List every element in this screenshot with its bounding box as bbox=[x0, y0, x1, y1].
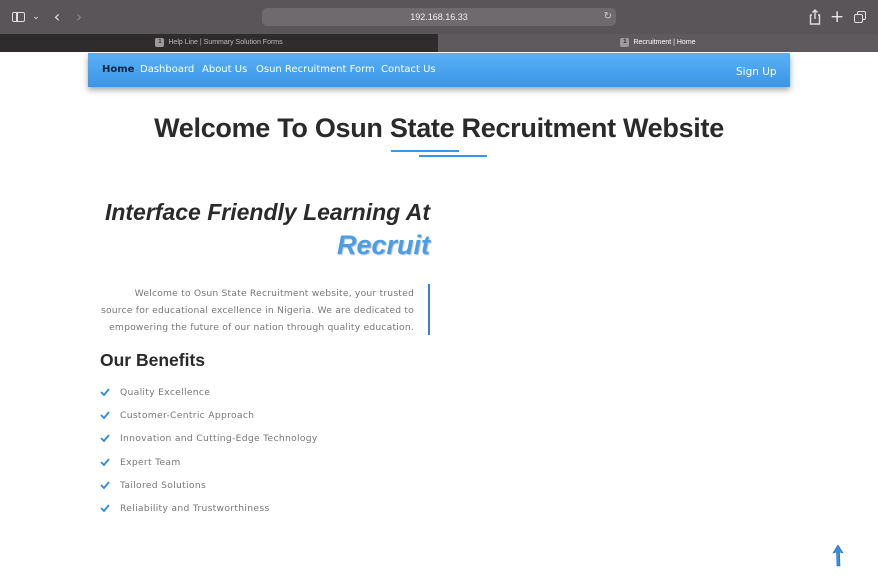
browser-chrome: ⌄ ‹ › 192.168.16.33 ↻ + 1 Help Line | Sum… bbox=[0, 0, 878, 52]
tab-recruitment-home[interactable]: 1 Recruitment | Home bbox=[438, 34, 878, 52]
chevron-down-icon[interactable]: ⌄ bbox=[31, 8, 41, 26]
intro-subheading: Interface Friendly Learning At bbox=[104, 199, 430, 225]
check-icon bbox=[100, 458, 110, 467]
nav-recruitment-form-link[interactable]: Osun Recruitment Form bbox=[256, 64, 375, 75]
arrow-up-icon[interactable] bbox=[830, 544, 846, 568]
intro-paragraph: Welcome to Osun State Recruitment websit… bbox=[100, 288, 414, 333]
share-icon[interactable] bbox=[808, 8, 822, 26]
address-bar[interactable]: 192.168.16.33 ↻ bbox=[262, 8, 616, 26]
nav-dashboard-link[interactable]: Dashboard bbox=[140, 64, 194, 75]
tabs-icon[interactable] bbox=[853, 8, 867, 26]
benefit-label: Tailored Solutions bbox=[120, 480, 207, 491]
nav-about-link[interactable]: About Us bbox=[202, 64, 247, 75]
check-icon bbox=[100, 434, 110, 443]
intro-accent-bar bbox=[428, 284, 430, 335]
title-underline bbox=[419, 155, 487, 157]
sidebar-icon[interactable] bbox=[10, 8, 28, 26]
page-title-strong: Osun State Recruitment Website bbox=[314, 113, 724, 143]
chevron-right-icon[interactable]: › bbox=[72, 8, 86, 26]
browser-toolbar: ⌄ ‹ › 192.168.16.33 ↻ + bbox=[0, 0, 878, 34]
brand-word: Recruit bbox=[336, 230, 430, 260]
tab-bar: 1 Help Line | Summary Solution Forms 1 Rec… bbox=[0, 34, 878, 52]
tab-help-line[interactable]: 1 Help Line | Summary Solution Forms bbox=[0, 34, 438, 52]
chevron-left-icon[interactable]: ‹ bbox=[50, 8, 64, 26]
tab-title: Recruitment | Home bbox=[633, 39, 696, 46]
tab-badge: 1 bbox=[155, 38, 165, 47]
check-icon bbox=[100, 411, 110, 420]
benefit-label: Customer-Centric Approach bbox=[120, 410, 255, 421]
page-title: Welcome To Osun State Recruitment Websit… bbox=[0, 113, 878, 144]
title-underline bbox=[391, 150, 459, 152]
plus-icon[interactable]: + bbox=[830, 8, 844, 26]
tab-title: Help Line | Summary Solution Forms bbox=[168, 39, 283, 46]
tab-badge: 1 bbox=[620, 38, 630, 47]
benefit-label: Quality Excellence bbox=[120, 387, 211, 398]
page-title-prefix: Welcome To bbox=[154, 113, 315, 143]
nav-contact-link[interactable]: Contact Us bbox=[381, 64, 436, 75]
benefits-title: Our Benefits bbox=[100, 350, 206, 370]
check-icon bbox=[100, 481, 110, 490]
nav-home-link[interactable]: Home bbox=[102, 64, 134, 75]
signup-link[interactable]: Sign Up bbox=[736, 66, 777, 78]
benefit-label: Expert Team bbox=[120, 457, 181, 468]
reload-icon[interactable]: ↻ bbox=[604, 8, 612, 26]
check-icon bbox=[100, 388, 110, 397]
url-text[interactable]: 192.168.16.33 bbox=[262, 8, 616, 26]
benefit-label: Reliability and Trustworthiness bbox=[120, 503, 270, 514]
site-navbar: Home Dashboard About Us Osun Recruitment… bbox=[88, 53, 790, 87]
benefit-label: Innovation and Cutting-Edge Technology bbox=[120, 433, 318, 444]
check-icon bbox=[100, 504, 110, 513]
